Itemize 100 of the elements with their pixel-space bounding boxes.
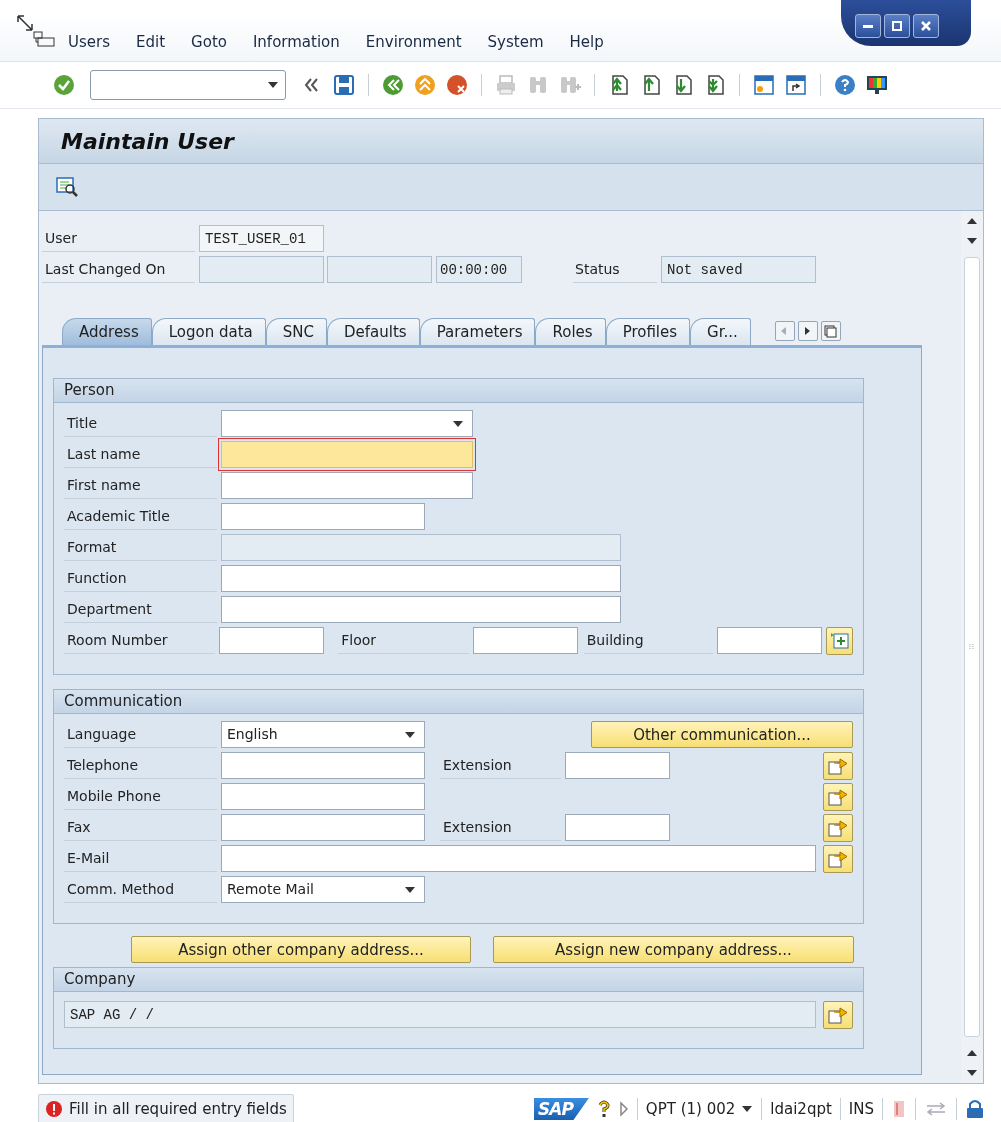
shortcut-icon[interactable] bbox=[784, 73, 808, 97]
input-field[interactable] bbox=[221, 441, 473, 468]
input-field[interactable] bbox=[717, 627, 823, 654]
tab[interactable]: Defaults bbox=[327, 318, 420, 345]
input-field[interactable] bbox=[221, 596, 621, 623]
flag-icon[interactable] bbox=[891, 1099, 907, 1119]
caret-icon bbox=[452, 419, 464, 428]
monitor-icon[interactable] bbox=[865, 73, 889, 97]
navigate-button[interactable] bbox=[823, 751, 853, 780]
field-label: Floor bbox=[338, 627, 469, 654]
date-field[interactable] bbox=[327, 256, 432, 283]
field-label: Status bbox=[573, 256, 657, 283]
user-field[interactable]: TEST_USER_01 bbox=[199, 225, 324, 252]
server-name: ldai2qpt bbox=[770, 1100, 832, 1118]
company-field[interactable]: SAP AG / / bbox=[64, 1001, 816, 1028]
cancel-icon[interactable] bbox=[445, 73, 469, 97]
arrow-icon bbox=[828, 818, 848, 837]
navigate-button[interactable] bbox=[823, 844, 853, 873]
tab[interactable]: Roles bbox=[535, 318, 606, 345]
screen-title: Maintain User bbox=[39, 119, 983, 164]
new-session-icon[interactable] bbox=[752, 73, 776, 97]
scroll-right-button[interactable] bbox=[797, 321, 818, 341]
navigate-button[interactable] bbox=[823, 813, 853, 842]
transfer-icon[interactable] bbox=[924, 1099, 948, 1119]
tab[interactable]: Logon data bbox=[151, 318, 266, 345]
triangle-icon[interactable] bbox=[618, 1101, 629, 1117]
tab[interactable]: Parameters bbox=[419, 318, 536, 345]
company-address-button[interactable]: Assign other company address... bbox=[131, 936, 471, 963]
scroll-thumb[interactable] bbox=[964, 257, 980, 1037]
tab[interactable]: SNC bbox=[265, 318, 327, 345]
input-field[interactable] bbox=[472, 627, 578, 654]
menu-item[interactable]: Help bbox=[569, 33, 604, 51]
input-field[interactable] bbox=[565, 752, 670, 779]
input-field[interactable] bbox=[221, 783, 425, 810]
input-field[interactable] bbox=[565, 814, 670, 841]
tab[interactable]: Address bbox=[62, 318, 152, 345]
arrow-icon bbox=[828, 849, 848, 868]
dropdown[interactable]: Remote Mail bbox=[221, 876, 425, 903]
input-field[interactable] bbox=[219, 627, 325, 654]
status-message: Fill in all required entry fields bbox=[69, 1100, 287, 1118]
group-title: Communication bbox=[54, 690, 863, 714]
navigate-button[interactable] bbox=[823, 782, 853, 811]
menu-item[interactable]: Goto bbox=[191, 33, 227, 51]
maximize-button[interactable] bbox=[884, 14, 910, 38]
field-label: Room Number bbox=[64, 627, 216, 654]
save-icon[interactable] bbox=[332, 73, 356, 97]
message-panel[interactable]: Fill in all required entry fields bbox=[38, 1094, 294, 1122]
field-label: Telephone bbox=[64, 752, 217, 779]
field-label: Language bbox=[64, 721, 217, 748]
status-field[interactable]: Not saved bbox=[661, 256, 816, 283]
input-field[interactable] bbox=[221, 472, 473, 499]
minimize-icon bbox=[863, 24, 873, 28]
logo: SAP bbox=[534, 1098, 589, 1120]
field-label: Building bbox=[583, 627, 714, 654]
field-label: Function bbox=[64, 565, 217, 592]
tab[interactable]: Profiles bbox=[605, 318, 691, 345]
dropdown[interactable]: English bbox=[221, 721, 425, 748]
time-field[interactable]: 00:00:00 bbox=[436, 256, 522, 283]
menu-item[interactable]: Users bbox=[68, 33, 110, 51]
minimize-button[interactable] bbox=[855, 14, 881, 38]
menu-item[interactable]: System bbox=[487, 33, 544, 51]
check-icon[interactable] bbox=[52, 73, 76, 97]
display-icon[interactable] bbox=[55, 175, 79, 199]
field-label: First name bbox=[64, 472, 217, 499]
input-field[interactable] bbox=[221, 845, 816, 872]
field-label: Extension bbox=[440, 814, 561, 841]
back-icon[interactable] bbox=[381, 73, 405, 97]
company-address-button[interactable]: Assign new company address... bbox=[493, 936, 854, 963]
field-label: Academic Title bbox=[64, 503, 217, 530]
menu-item[interactable]: Edit bbox=[136, 33, 166, 51]
tab-list-button[interactable] bbox=[820, 321, 841, 341]
exit-icon[interactable] bbox=[413, 73, 437, 97]
navigate-button[interactable] bbox=[823, 1000, 853, 1029]
field-label: Extension bbox=[440, 752, 561, 779]
group-title: Company bbox=[54, 968, 863, 992]
arrow-icon bbox=[828, 787, 848, 806]
scrollbar[interactable] bbox=[961, 211, 983, 1083]
system-menu-icon[interactable] bbox=[16, 14, 56, 50]
menu-item[interactable]: Environment bbox=[365, 33, 462, 51]
input-field[interactable] bbox=[221, 752, 425, 779]
system-info[interactable]: QPT (1) 002 bbox=[645, 1100, 754, 1118]
close-button[interactable] bbox=[913, 14, 939, 38]
menu-item[interactable]: Information bbox=[252, 33, 340, 51]
caret-icon bbox=[267, 81, 279, 89]
print-icon[interactable] bbox=[494, 73, 518, 97]
field-label: Comm. Method bbox=[64, 876, 217, 903]
field-label: Format bbox=[64, 534, 217, 561]
help-icon[interactable] bbox=[833, 73, 857, 97]
field-label: Fax bbox=[64, 814, 217, 841]
input-field[interactable] bbox=[221, 565, 621, 592]
input-field[interactable] bbox=[221, 814, 425, 841]
tab[interactable]: Gr... bbox=[690, 318, 751, 345]
command-field[interactable] bbox=[90, 70, 286, 100]
input-field[interactable] bbox=[221, 503, 425, 530]
help-icon[interactable] bbox=[596, 1099, 611, 1119]
date-field[interactable] bbox=[199, 256, 324, 283]
add-button[interactable] bbox=[826, 626, 853, 655]
dropdown[interactable] bbox=[221, 410, 473, 437]
lock-icon[interactable] bbox=[965, 1098, 985, 1120]
other-communication-button[interactable]: Other communication... bbox=[591, 721, 853, 748]
